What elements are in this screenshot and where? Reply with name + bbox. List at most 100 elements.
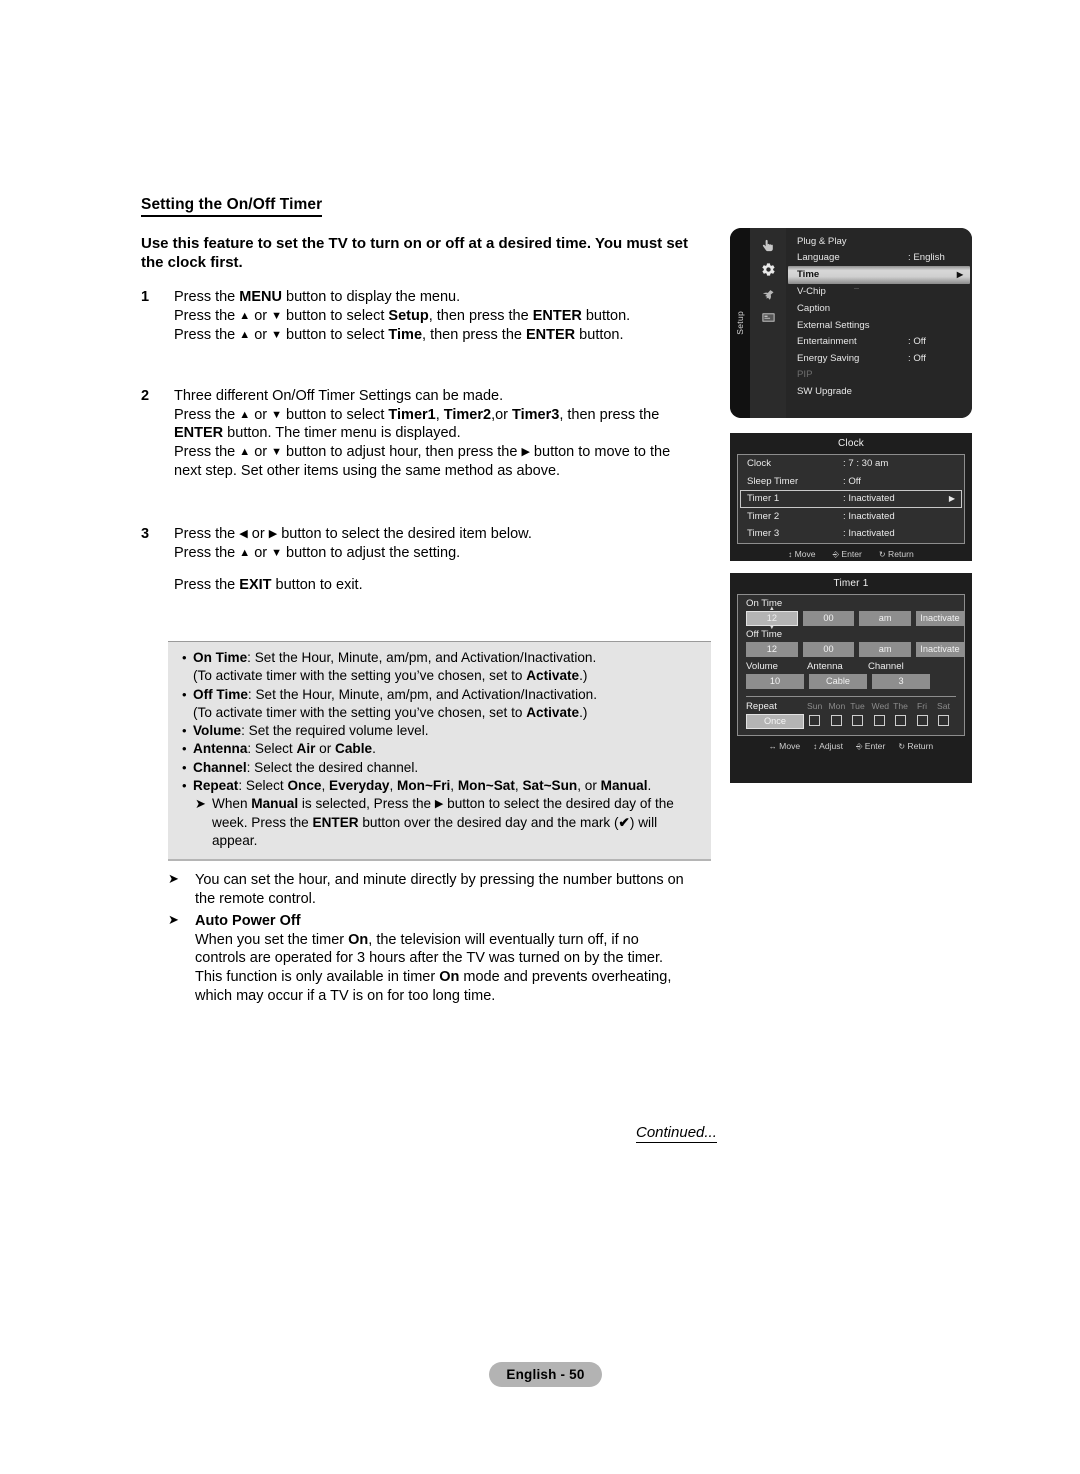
- osd-row-sleep-timer[interactable]: Sleep Timer : Off: [738, 472, 964, 489]
- antenna-label: Antenna: [807, 661, 843, 672]
- bullet-repeat-subnote: ➤ When Manual is selected, Press the ▶ b…: [168, 795, 711, 850]
- osd-item-label: Entertainment: [797, 336, 857, 348]
- osd-item-caption[interactable]: Caption: [786, 300, 972, 317]
- tv-screen-icon[interactable]: [760, 310, 777, 325]
- steps-list: 1 Press the MENU button to display the m…: [141, 288, 721, 594]
- gear-icon[interactable]: [760, 262, 777, 277]
- osd-row-clock[interactable]: Clock : 7 : 30 am: [738, 455, 964, 472]
- day-checkbox[interactable]: [916, 715, 928, 726]
- plug-icon[interactable]: [760, 286, 777, 301]
- bullet-text: Channel: Select the desired channel.: [193, 759, 419, 775]
- step-1: 1 Press the MENU button to display the m…: [141, 288, 721, 345]
- osd-item-label: External Settings: [797, 319, 870, 331]
- osd-row-value: : Inactivated: [843, 528, 895, 540]
- osd-row-timer-3[interactable]: Timer 3 : Inactivated: [738, 525, 964, 542]
- off-time-minute-field[interactable]: 00: [802, 642, 855, 657]
- day-checkbox[interactable]: [873, 715, 885, 726]
- day-checkbox[interactable]: [852, 715, 863, 726]
- bullet-term: Volume: [193, 723, 242, 739]
- enter-key-icon: ⎆: [855, 742, 863, 751]
- osd-timer-title: Timer 1: [833, 578, 869, 589]
- osd-item-sw-upgrade[interactable]: SW Upgrade: [786, 383, 972, 400]
- osd-row-timer-2[interactable]: Timer 2 : Inactivated: [738, 508, 964, 525]
- day-thu[interactable]: The: [893, 701, 908, 726]
- osd-item-label: Energy Saving: [797, 352, 860, 364]
- vac-labels: Volume Antenna Channel: [746, 661, 964, 672]
- osd-item-external-settings[interactable]: External Settings: [786, 317, 972, 334]
- osd-timer-footer: ↔ Move ↕ Adjust ⎆ Enter ↻ Return: [730, 736, 972, 756]
- osd-item-time[interactable]: Time ▶: [788, 266, 970, 284]
- osd-setup-menu[interactable]: Setup Plug & Play Language : English Tim…: [730, 228, 972, 418]
- osd-item-label: SW Upgrade: [797, 386, 852, 398]
- day-checkbox[interactable]: [895, 715, 906, 726]
- osd-item-language[interactable]: Language : English: [786, 250, 972, 267]
- instructions-column: Setting the On/Off Timer Use this featur…: [141, 196, 721, 594]
- channel-field[interactable]: 3: [872, 674, 930, 689]
- osd-item-label: Caption: [797, 303, 831, 315]
- on-time-activation-field[interactable]: Inactivate: [915, 611, 965, 626]
- footer-enter: ⎆ Enter: [855, 741, 886, 751]
- osd-timer-menu[interactable]: Timer 1 On Time ▲ 12 ▼ 00 am Inactivate …: [730, 573, 972, 783]
- osd-item-energy-saving[interactable]: Energy Saving : Off: [786, 350, 972, 367]
- day-fri[interactable]: Fri: [915, 701, 930, 726]
- step-2: 2 Three different On/Off Timer Settings …: [141, 387, 721, 481]
- on-time-meridiem-field[interactable]: am: [859, 611, 911, 626]
- off-time-hour-field[interactable]: 12: [746, 642, 798, 657]
- on-time-minute-field[interactable]: 00: [802, 611, 855, 626]
- antenna-field[interactable]: Cable: [809, 674, 867, 689]
- continued-label: Continued...: [636, 1124, 717, 1143]
- footer-adjust: ↕ Adjust: [813, 741, 843, 751]
- up-down-arrow-icon: ↕: [788, 549, 793, 559]
- on-time-hour-field[interactable]: ▲ 12 ▼: [746, 606, 798, 631]
- osd-row-value: : Inactivated: [843, 510, 895, 522]
- day-checkbox[interactable]: [938, 715, 949, 726]
- off-time-meridiem-field[interactable]: am: [859, 642, 911, 657]
- page-number-badge: English - 50: [489, 1362, 602, 1387]
- bullet-term: On Time: [193, 650, 248, 665]
- off-time-fields: 12 00 am Inactivate: [746, 642, 965, 657]
- lead-paragraph: Use this feature to set the TV to turn o…: [141, 235, 689, 272]
- osd-rail-label: Setup: [735, 311, 745, 335]
- osd-clock-footer: ↕ Move ⎆ Enter ↻ Return: [730, 544, 972, 564]
- day-checkbox[interactable]: [809, 715, 820, 726]
- osd-item-value: : English: [908, 252, 945, 264]
- chevron-right-icon: ▶: [948, 494, 955, 504]
- day-wed[interactable]: Wed: [872, 701, 889, 726]
- osd-clock-menu[interactable]: Clock Clock : 7 : 30 am Sleep Timer : Of…: [730, 433, 972, 561]
- hand-pointer-icon[interactable]: [760, 238, 777, 253]
- osd-item-v-chip[interactable]: V-Chip: [786, 284, 972, 301]
- on-time-fields: ▲ 12 ▼ 00 am Inactivate: [746, 606, 965, 631]
- bullet-term: Off Time: [193, 686, 248, 702]
- off-time-activation-field[interactable]: Inactivate: [915, 642, 965, 657]
- day-sat[interactable]: Sat: [936, 701, 951, 726]
- note-auto-power-off: ➤ Auto Power Off When you set the timer …: [168, 912, 724, 1006]
- arrow-bullet-icon: ➤: [168, 911, 179, 927]
- note-heading: Auto Power Off: [195, 912, 301, 929]
- step-3: 3 Press the ◀ or ▶ button to select the …: [141, 525, 721, 595]
- footer-return: ↻ Return: [898, 741, 934, 751]
- left-right-arrow-icon: ↔: [768, 742, 777, 751]
- osd-item-plug-and-play[interactable]: Plug & Play: [786, 233, 972, 250]
- osd-row-label: Timer 2: [747, 510, 780, 522]
- osd-row-timer-1[interactable]: Timer 1 : Inactivated ▶: [740, 489, 962, 508]
- bullet-term: Antenna: [193, 741, 248, 757]
- section-divider: [746, 696, 956, 697]
- step-number: 2: [141, 387, 150, 404]
- day-checkbox[interactable]: [830, 715, 842, 726]
- page-title: Setting the On/Off Timer: [141, 196, 323, 218]
- day-sun[interactable]: Sun: [807, 701, 822, 726]
- day-mon[interactable]: Mon: [829, 701, 845, 726]
- note-text: You can set the hour, and minute directl…: [195, 872, 684, 907]
- note-text: Auto Power Off When you set the timer On…: [195, 912, 724, 1006]
- bullet-marker: •: [182, 741, 187, 757]
- osd-item-entertainment[interactable]: Entertainment : Off: [786, 333, 972, 350]
- subnote-text: When Manual is selected, Press the ▶ but…: [212, 796, 674, 848]
- day-tue[interactable]: Tue: [850, 701, 865, 726]
- note-remote-numbers: ➤ You can set the hour, and minute direc…: [168, 871, 724, 909]
- bullet-marker: •: [182, 723, 187, 739]
- osd-row-label: Clock: [747, 458, 771, 470]
- repeat-value-field[interactable]: Once: [746, 714, 804, 729]
- volume-label: Volume: [746, 661, 778, 672]
- volume-field[interactable]: 10: [746, 674, 804, 689]
- osd-row-value: : Off: [843, 475, 861, 487]
